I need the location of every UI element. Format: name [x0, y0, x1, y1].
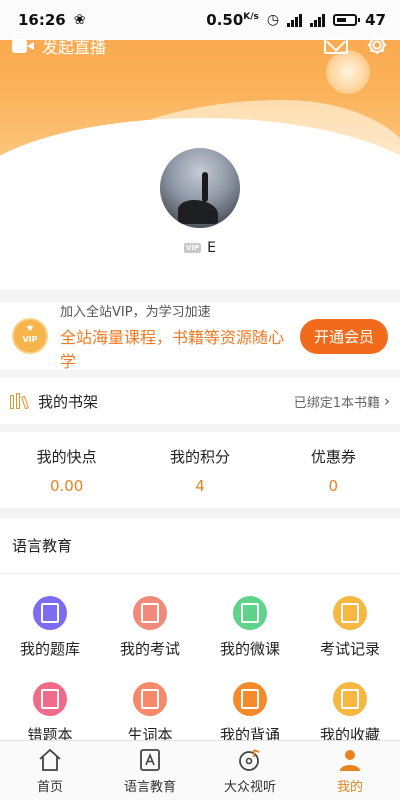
start-live-button[interactable]: 发起直播 [12, 34, 106, 58]
feature-grid: 我的题库 我的考试 我的微课 考试记录 错题本 生词本 我的背诵 我的收藏 [0, 574, 400, 746]
vip-badge-text: VIP [22, 335, 38, 344]
stat-value: 0 [328, 477, 339, 495]
user-info: VIP E [0, 240, 400, 256]
grid-item-exam-record[interactable]: 考试记录 [300, 574, 400, 660]
stat-label: 优惠券 [310, 448, 356, 466]
question-bank-icon [33, 596, 67, 630]
bottom-nav: 首页 语言教育 大众视听 我的 [0, 740, 400, 800]
tab-language-education[interactable]: 语言教育 [100, 741, 200, 800]
tab-home[interactable]: 首页 [0, 741, 100, 800]
signal-icon-2 [310, 13, 326, 27]
chevron-right-icon: › [384, 392, 390, 410]
avatar[interactable] [156, 144, 244, 232]
wrong-questions-icon [33, 682, 67, 716]
stat-coupons[interactable]: 优惠券 0 [267, 432, 400, 508]
grid-item-favorites[interactable]: 我的收藏 [300, 660, 400, 746]
tab-audio-visual[interactable]: 大众视听 [200, 741, 300, 800]
tab-profile[interactable]: 我的 [300, 741, 400, 800]
vip-badge-icon: ★ VIP [12, 318, 48, 354]
mail-icon[interactable] [324, 38, 348, 54]
tab-label: 语言教育 [123, 780, 176, 795]
alarm-icon: ◷ [266, 12, 280, 28]
start-live-label: 发起直播 [42, 38, 107, 57]
recite-icon [233, 682, 267, 716]
tab-label: 我的 [336, 780, 363, 795]
stat-value: 4 [195, 477, 205, 495]
language-education-section: 语言教育 我的题库 我的考试 我的微课 考试记录 错题本 生词本 我的背诵 我的… [0, 518, 400, 744]
vip-banner-subtitle: 加入全站VIP，为学习加速 [60, 304, 211, 320]
avatar-figure [202, 172, 208, 202]
language-edu-icon [140, 749, 160, 771]
gear-icon[interactable] [366, 34, 388, 56]
tab-label: 首页 [36, 780, 63, 795]
notification-icon: ❀ [73, 12, 86, 28]
grid-item-vocabulary[interactable]: 生词本 [100, 660, 200, 746]
exam-record-icon [333, 596, 367, 630]
stat-label: 我的积分 [169, 448, 230, 466]
profile-header: 16:26 ❀ 0.50K/s ◷ 47 发起直播 VIP E [0, 0, 400, 290]
bookshelf-row[interactable]: 我的书架 已绑定1本书籍 › [0, 378, 400, 424]
stat-kuaidian[interactable]: 我的快点 0.00 [0, 432, 133, 508]
audio-visual-icon [239, 749, 260, 771]
tab-label: 大众视听 [223, 780, 276, 795]
profile-icon [340, 750, 360, 771]
grid-item-micro-course[interactable]: 我的微课 [200, 574, 300, 660]
grid-item-label: 考试记录 [319, 640, 380, 658]
bookshelf-title: 我的书架 [38, 392, 99, 411]
vip-banner[interactable]: ★ VIP 加入全站VIP，为学习加速 全站海量课程，书籍等资源随心学 开通会员 [0, 302, 400, 371]
video-camera-icon [12, 39, 34, 53]
grid-item-exam[interactable]: 我的考试 [100, 574, 200, 660]
battery-level: 47 [365, 11, 386, 29]
avatar-rock [178, 200, 218, 224]
vip-tag: VIP [183, 243, 202, 253]
grid-item-question-bank[interactable]: 我的题库 [0, 574, 100, 660]
sun-decoration [326, 50, 370, 94]
bookshelf-status: 已绑定1本书籍 [293, 395, 380, 411]
network-speed: 0.50K/s [206, 11, 259, 29]
status-time: 16:26 [18, 11, 66, 29]
home-icon [39, 748, 61, 771]
exam-icon [133, 596, 167, 630]
vocabulary-icon [133, 682, 167, 716]
grid-item-wrong-questions[interactable]: 错题本 [0, 660, 100, 746]
vip-banner-title: 全站海量课程，书籍等资源随心学 [60, 327, 285, 371]
stats-row: 我的快点 0.00 我的积分 4 优惠券 0 [0, 432, 400, 508]
grid-item-label: 我的微课 [219, 640, 280, 658]
stat-points[interactable]: 我的积分 4 [133, 432, 266, 508]
signal-icon [287, 13, 303, 27]
grid-item-label: 我的考试 [119, 640, 180, 658]
stat-value: 0.00 [49, 477, 84, 495]
open-membership-button[interactable]: 开通会员 [299, 318, 388, 354]
grid-item-label: 我的题库 [19, 640, 80, 658]
battery-icon [333, 14, 361, 26]
stat-label: 我的快点 [36, 448, 97, 466]
grid-item-recite[interactable]: 我的背诵 [200, 660, 300, 746]
micro-course-icon [233, 596, 267, 630]
section-title: 语言教育 [0, 518, 400, 574]
username: E [207, 240, 216, 256]
books-icon [10, 393, 32, 410]
star-icon: ★ [25, 323, 35, 334]
favorites-icon [333, 682, 367, 716]
